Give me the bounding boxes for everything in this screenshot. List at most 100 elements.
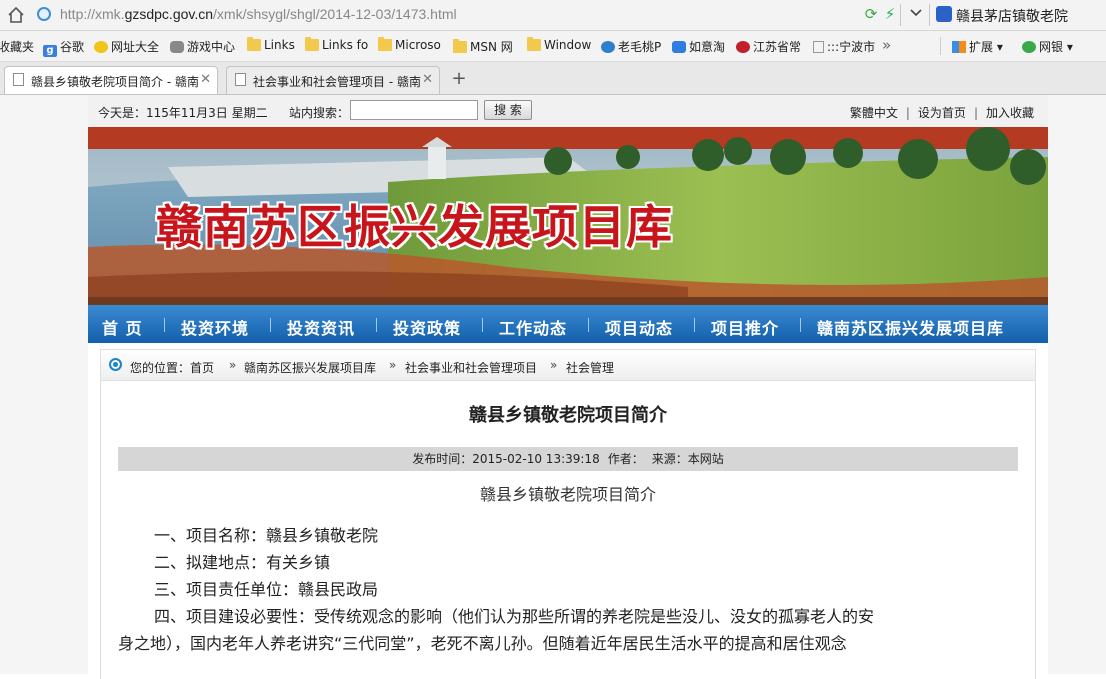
nav-investment-news[interactable]: 投资资讯 xyxy=(287,315,355,339)
article-panel: 您的位置：首页 » 赣南苏区振兴发展项目库 » 社会事业和社会管理项目 » 社会… xyxy=(100,349,1036,679)
page-icon xyxy=(235,73,246,86)
add-favorite-link[interactable]: 加入收藏 xyxy=(986,106,1034,120)
set-homepage-link[interactable]: 设为首页 xyxy=(918,106,966,120)
author: 作者： xyxy=(607,452,644,466)
favorite-item[interactable]: 游戏中心 xyxy=(170,38,235,55)
grid-icon xyxy=(952,41,966,53)
divider xyxy=(694,318,695,332)
close-icon[interactable]: ✕ xyxy=(422,72,433,87)
breadcrumb-separator-icon: » xyxy=(550,358,558,372)
favorite-label: 游戏中心 xyxy=(187,40,236,54)
bank-label: 网银 xyxy=(1039,40,1064,54)
nav-plus-icon xyxy=(94,41,108,53)
source: 来源：本网站 xyxy=(651,452,724,466)
bank-icon xyxy=(1022,41,1036,53)
breadcrumb-item[interactable]: 赣南苏区振兴发展项目库 xyxy=(244,359,376,376)
chevron-down-icon[interactable] xyxy=(910,7,922,19)
favorite-label: Window xyxy=(544,38,592,52)
refresh-icon[interactable]: ⟳ xyxy=(862,5,880,23)
divider xyxy=(376,318,377,332)
divider xyxy=(482,318,483,332)
favorite-item[interactable]: Links fo xyxy=(305,37,369,52)
nav-home[interactable]: 首 页 xyxy=(102,315,143,339)
site-banner: 赣南苏区振兴发展项目库 xyxy=(88,127,1048,305)
favorite-item[interactable]: MSN 网 xyxy=(453,38,513,55)
publish-time: 发布时间：2015-02-10 13:39:18 xyxy=(412,452,600,466)
nav-work-news[interactable]: 工作动态 xyxy=(499,315,567,339)
main-nav: 首 页 投资环境 投资资讯 投资政策 工作动态 项目动态 项目推介 赣南苏区振兴… xyxy=(88,305,1048,343)
favorite-item[interactable]: 江苏省常 xyxy=(736,38,801,55)
paragraph: 二、拟建地点：有关乡镇 xyxy=(154,553,331,572)
favorite-item[interactable]: g 谷歌 xyxy=(43,38,84,57)
search-box[interactable]: 赣县茅店镇敬老院 xyxy=(956,6,1068,26)
favorite-label: Links xyxy=(264,38,295,52)
more-chevron-icon[interactable]: » xyxy=(882,36,891,54)
nav-project-news[interactable]: 项目动态 xyxy=(605,315,673,339)
close-icon[interactable]: ✕ xyxy=(200,72,211,87)
online-bank-button[interactable]: 网银 ▾ xyxy=(1022,38,1073,55)
current-date: 今天是：115年11月3日 星期二 xyxy=(98,106,268,120)
favorite-label: 收藏夹 xyxy=(0,40,35,54)
site-search-input[interactable] xyxy=(350,100,478,120)
nav-investment-policy[interactable]: 投资政策 xyxy=(393,315,461,339)
divider xyxy=(929,4,930,26)
favorite-item[interactable]: 老毛桃P xyxy=(601,38,661,55)
paragraph: 身之地），国内老年人养老讲究“三代同堂”，老死不离儿孙。但随着近年居民生活水平的… xyxy=(118,634,847,653)
paragraph: 一、项目名称：赣县乡镇敬老院 xyxy=(154,526,379,545)
favorite-label: Microso xyxy=(395,38,441,52)
article-meta: 发布时间：2015-02-10 13:39:18 作者： 来源：本网站 xyxy=(118,447,1018,471)
tab-label: 社会事业和社会管理项目 - 赣南 xyxy=(253,75,421,89)
site-search-label: 站内搜索： xyxy=(289,106,350,120)
extensions-button[interactable]: 扩展 ▾ xyxy=(952,38,1003,55)
folder-icon xyxy=(378,37,392,51)
tab-article[interactable]: 赣县乡镇敬老院项目简介 - 赣南 ✕ xyxy=(4,66,218,94)
page-icon xyxy=(13,73,24,86)
page-icon xyxy=(813,41,824,53)
favorite-label: :::宁波市 xyxy=(827,40,876,54)
breadcrumb-home[interactable]: 您的位置：首页 xyxy=(130,359,214,376)
favorite-label: 老毛桃P xyxy=(618,40,662,54)
favorites-bar: 收藏夹 g 谷歌 网址大全 游戏中心 Links Links fo Microso… xyxy=(0,31,1106,62)
url-prefix: http://xmk. xyxy=(60,6,125,22)
tab-bar: 赣县乡镇敬老院项目简介 - 赣南 ✕ 社会事业和社会管理项目 - 赣南 ✕ + xyxy=(0,62,1106,95)
site-topbar: 今天是：115年11月3日 星期二 站内搜索： 搜 索 繁體中文 | 设为首页 | 加入… xyxy=(88,95,1048,127)
favorite-item[interactable]: Links xyxy=(247,37,295,52)
speed-mode-icon[interactable]: ⚡ xyxy=(882,5,898,23)
location-icon xyxy=(109,358,122,371)
nav-investment-environment[interactable]: 投资环境 xyxy=(181,315,249,339)
breadcrumb-item[interactable]: 社会事业和社会管理项目 xyxy=(405,359,537,376)
favorite-label: MSN 网 xyxy=(470,40,513,54)
home-icon[interactable] xyxy=(7,6,25,24)
breadcrumb-separator-icon: » xyxy=(389,358,397,372)
new-tab-button[interactable]: + xyxy=(449,69,469,89)
divider: | xyxy=(905,106,910,120)
nav-project-library[interactable]: 赣南苏区振兴发展项目库 xyxy=(817,315,1004,339)
nav-project-promotion[interactable]: 项目推介 xyxy=(711,315,779,339)
divider xyxy=(270,318,271,332)
favorite-item[interactable]: 收藏夹 xyxy=(0,38,34,55)
favorite-label: Links fo xyxy=(322,38,369,52)
traditional-chinese-link[interactable]: 繁體中文 xyxy=(850,106,898,120)
address-bar: http://xmk.gzsdpc.gov.cn/xmk/shsygl/shgl… xyxy=(0,0,1106,31)
favorite-item[interactable]: Window xyxy=(527,37,592,52)
site-globe-icon xyxy=(37,7,51,21)
article-title: 赣县乡镇敬老院项目简介 xyxy=(469,405,667,426)
globe-icon xyxy=(601,41,615,53)
favorite-item[interactable]: 网址大全 xyxy=(94,38,159,55)
favorite-item[interactable]: :::宁波市 xyxy=(813,38,875,55)
url-field[interactable]: http://xmk.gzsdpc.gov.cn/xmk/shsygl/shgl… xyxy=(60,6,457,22)
folder-icon xyxy=(527,37,541,51)
extensions-label: 扩展 xyxy=(969,40,994,54)
favorite-label: 如意淘 xyxy=(689,40,726,54)
divider xyxy=(900,4,901,26)
folder-icon xyxy=(453,39,467,53)
banner-title: 赣南苏区振兴发展项目库 xyxy=(156,200,673,254)
google-icon: g xyxy=(43,45,57,57)
breadcrumb-item[interactable]: 社会管理 xyxy=(566,359,614,376)
favorite-item[interactable]: 如意淘 xyxy=(672,38,725,55)
tab-list[interactable]: 社会事业和社会管理项目 - 赣南 ✕ xyxy=(226,66,440,94)
divider xyxy=(588,318,589,332)
top-links: 繁體中文 | 设为首页 | 加入收藏 xyxy=(850,104,1034,121)
site-search-button[interactable]: 搜 索 xyxy=(484,100,532,120)
favorite-item[interactable]: Microso xyxy=(378,37,441,52)
